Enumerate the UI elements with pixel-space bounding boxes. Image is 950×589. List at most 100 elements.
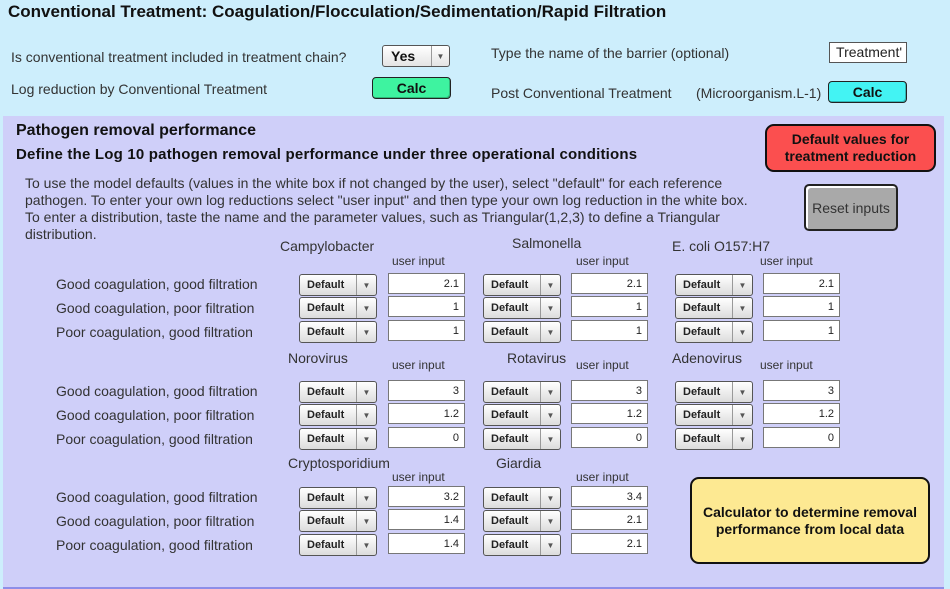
log-reduction-input-rotavirus[interactable]: 3 (571, 380, 648, 401)
chevron-down-icon[interactable]: ▼ (540, 275, 560, 295)
mode-select-giardia[interactable]: Default ▼ (483, 510, 561, 532)
log-reduction-input-rotavirus[interactable]: 1.2 (571, 403, 648, 424)
user-input-header: user input (576, 254, 629, 268)
log-reduction-input-salmonella[interactable]: 2.1 (571, 273, 648, 294)
mode-select-e-coli-o157-h7[interactable]: Default ▼ (675, 274, 753, 296)
mode-select-rotavirus[interactable]: Default ▼ (483, 404, 561, 426)
chevron-down-icon[interactable]: ▼ (356, 405, 376, 425)
mode-select-salmonella[interactable]: Default ▼ (483, 321, 561, 343)
mode-select-giardia[interactable]: Default ▼ (483, 487, 561, 509)
chevron-down-icon[interactable]: ▼ (540, 405, 560, 425)
mode-select-value: Default (307, 386, 345, 398)
mode-select-salmonella[interactable]: Default ▼ (483, 297, 561, 319)
chevron-down-icon[interactable]: ▼ (540, 382, 560, 402)
mode-select-e-coli-o157-h7[interactable]: Default ▼ (675, 297, 753, 319)
log-reduction-input-adenovirus[interactable]: 1.2 (763, 403, 840, 424)
log-reduction-input-norovirus[interactable]: 1.2 (388, 403, 465, 424)
log-reduction-input-giardia[interactable]: 2.1 (571, 509, 648, 530)
post-treatment-calc-button[interactable]: Calc (828, 81, 907, 103)
mode-select-norovirus[interactable]: Default ▼ (299, 381, 377, 403)
log-reduction-calc-button[interactable]: Calc (372, 77, 451, 99)
mode-select-campylobacter[interactable]: Default ▼ (299, 274, 377, 296)
chevron-down-icon[interactable]: ▼ (732, 382, 752, 402)
log-reduction-input-rotavirus[interactable]: 0 (571, 427, 648, 448)
log-reduction-input-cryptosporidium[interactable]: 1.4 (388, 533, 465, 554)
mode-select-value: Default (491, 386, 529, 398)
pathogen-name-norovirus: Norovirus (288, 350, 348, 366)
mode-select-adenovirus[interactable]: Default ▼ (675, 381, 753, 403)
barrier-name-label: Type the name of the barrier (optional) (491, 45, 730, 61)
mode-select-e-coli-o157-h7[interactable]: Default ▼ (675, 321, 753, 343)
mode-select-cryptosporidium[interactable]: Default ▼ (299, 487, 377, 509)
mode-select-rotavirus[interactable]: Default ▼ (483, 428, 561, 450)
log-reduction-input-e-coli-o157-h7[interactable]: 1 (763, 296, 840, 317)
chevron-down-icon[interactable]: ▼ (540, 488, 560, 508)
chevron-down-icon[interactable]: ▼ (356, 275, 376, 295)
chevron-down-icon[interactable]: ▼ (540, 298, 560, 318)
mode-select-campylobacter[interactable]: Default ▼ (299, 297, 377, 319)
mode-select-norovirus[interactable]: Default ▼ (299, 428, 377, 450)
mode-select-value: Default (491, 302, 529, 314)
mode-select-value: Default (307, 326, 345, 338)
mode-select-value: Default (307, 492, 345, 504)
mode-select-value: Default (307, 539, 345, 551)
log-reduction-input-e-coli-o157-h7[interactable]: 1 (763, 320, 840, 341)
chevron-down-icon[interactable]: ▼ (431, 46, 449, 66)
mode-select-value: Default (491, 326, 529, 338)
local-data-calculator-button[interactable]: Calculator to determine removal performa… (690, 477, 930, 564)
mode-select-campylobacter[interactable]: Default ▼ (299, 321, 377, 343)
reset-inputs-button[interactable]: Reset inputs (804, 184, 898, 231)
mode-select-value: Default (491, 409, 529, 421)
chevron-down-icon[interactable]: ▼ (356, 382, 376, 402)
chevron-down-icon[interactable]: ▼ (540, 322, 560, 342)
log-reduction-input-norovirus[interactable]: 3 (388, 380, 465, 401)
chevron-down-icon[interactable]: ▼ (356, 322, 376, 342)
chevron-down-icon[interactable]: ▼ (356, 511, 376, 531)
log-reduction-input-campylobacter[interactable]: 1 (388, 320, 465, 341)
treatment-included-select[interactable]: Yes ▼ (382, 45, 450, 67)
mode-select-value: Default (491, 539, 529, 551)
chevron-down-icon[interactable]: ▼ (356, 488, 376, 508)
mode-select-salmonella[interactable]: Default ▼ (483, 274, 561, 296)
panel-subtitle: Define the Log 10 pathogen removal perfo… (16, 146, 638, 163)
chevron-down-icon[interactable]: ▼ (732, 322, 752, 342)
log-reduction-input-cryptosporidium[interactable]: 3.2 (388, 486, 465, 507)
log-reduction-input-giardia[interactable]: 2.1 (571, 533, 648, 554)
mode-select-cryptosporidium[interactable]: Default ▼ (299, 534, 377, 556)
mode-select-adenovirus[interactable]: Default ▼ (675, 428, 753, 450)
mode-select-value: Default (683, 386, 721, 398)
mode-select-value: Default (491, 515, 529, 527)
user-input-header: user input (392, 254, 445, 268)
mode-select-adenovirus[interactable]: Default ▼ (675, 404, 753, 426)
log-reduction-input-salmonella[interactable]: 1 (571, 296, 648, 317)
chevron-down-icon[interactable]: ▼ (540, 535, 560, 555)
mode-select-value: Default (683, 279, 721, 291)
log-reduction-input-e-coli-o157-h7[interactable]: 2.1 (763, 273, 840, 294)
log-reduction-input-giardia[interactable]: 3.4 (571, 486, 648, 507)
chevron-down-icon[interactable]: ▼ (540, 429, 560, 449)
chevron-down-icon[interactable]: ▼ (356, 298, 376, 318)
barrier-name-input[interactable]: Treatment' (829, 42, 907, 63)
chevron-down-icon[interactable]: ▼ (540, 511, 560, 531)
chevron-down-icon[interactable]: ▼ (356, 429, 376, 449)
mode-select-norovirus[interactable]: Default ▼ (299, 404, 377, 426)
log-reduction-input-salmonella[interactable]: 1 (571, 320, 648, 341)
chevron-down-icon[interactable]: ▼ (732, 275, 752, 295)
log-reduction-input-adenovirus[interactable]: 0 (763, 427, 840, 448)
mode-select-giardia[interactable]: Default ▼ (483, 534, 561, 556)
condition-label: Good coagulation, poor filtration (56, 513, 255, 529)
log-reduction-input-adenovirus[interactable]: 3 (763, 380, 840, 401)
chevron-down-icon[interactable]: ▼ (732, 429, 752, 449)
chevron-down-icon[interactable]: ▼ (732, 298, 752, 318)
mode-select-rotavirus[interactable]: Default ▼ (483, 381, 561, 403)
chevron-down-icon[interactable]: ▼ (356, 535, 376, 555)
mode-select-cryptosporidium[interactable]: Default ▼ (299, 510, 377, 532)
condition-label: Good coagulation, good filtration (56, 489, 258, 505)
log-reduction-input-cryptosporidium[interactable]: 1.4 (388, 509, 465, 530)
log-reduction-input-campylobacter[interactable]: 2.1 (388, 273, 465, 294)
log-reduction-input-campylobacter[interactable]: 1 (388, 296, 465, 317)
log-reduction-input-norovirus[interactable]: 0 (388, 427, 465, 448)
chevron-down-icon[interactable]: ▼ (732, 405, 752, 425)
default-values-button[interactable]: Default values for treatment reduction (765, 124, 936, 172)
condition-label: Good coagulation, good filtration (56, 383, 258, 399)
